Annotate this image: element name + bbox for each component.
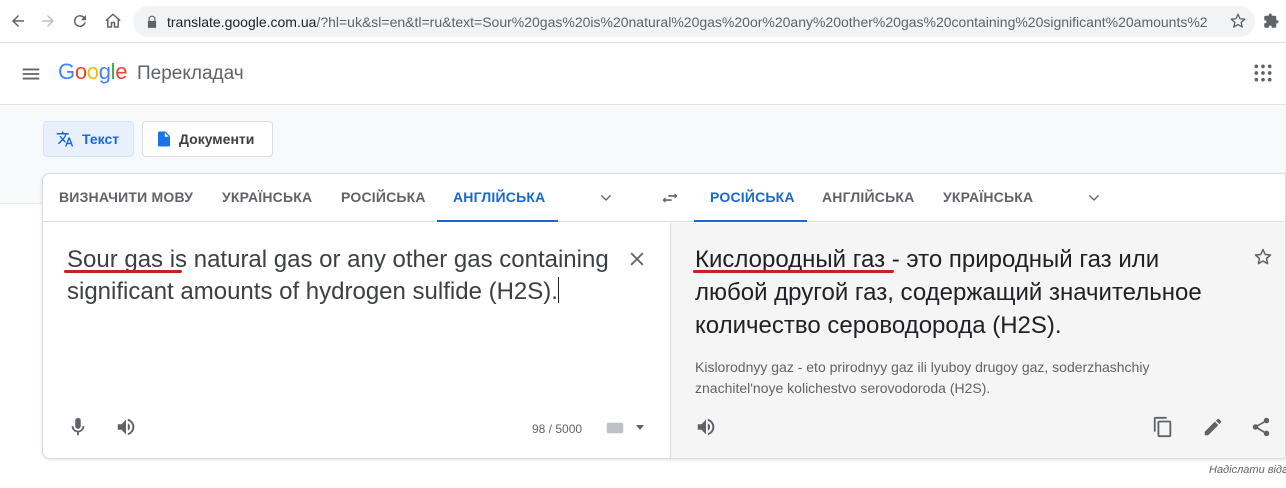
url-domain: translate.google.com.ua <box>167 13 317 30</box>
spellcheck-underline <box>64 270 182 273</box>
url-text: translate.google.com.ua/?hl=uk&sl=en&tl=… <box>167 14 1207 30</box>
keyboard-icon[interactable] <box>606 422 624 434</box>
hamburger-menu-icon[interactable] <box>20 63 42 85</box>
text-mode-button[interactable]: Текст <box>43 121 134 157</box>
save-star-icon[interactable] <box>1253 247 1273 267</box>
documents-mode-button[interactable]: Документи <box>142 121 273 157</box>
forward-button[interactable] <box>36 9 60 33</box>
text-mode-label: Текст <box>82 131 120 147</box>
url-path: /?hl=uk&sl=en&tl=ru&text=Sour%20gas%20is… <box>316 13 1207 30</box>
caret-down-icon[interactable] <box>635 424 645 432</box>
logo-letter: o <box>74 59 87 84</box>
logo-letter: G <box>58 59 75 84</box>
address-bar[interactable]: translate.google.com.ua/?hl=uk&sl=en&tl=… <box>133 6 1255 37</box>
browser-toolbar: translate.google.com.ua/?hl=uk&sl=en&tl=… <box>0 0 1286 43</box>
translate-card: ВИЗНАЧИТИ МОВУ УКРАЇНСЬКА РОСІЙСЬКА АНГЛ… <box>42 173 1286 459</box>
text-caret <box>557 277 559 303</box>
extensions-puzzle-icon[interactable] <box>1262 12 1280 30</box>
chevron-down-icon[interactable] <box>598 190 614 206</box>
source-lang-ukrainian[interactable]: УКРАЇНСЬКА <box>222 174 312 222</box>
home-icon <box>105 13 121 28</box>
apps-grid-icon[interactable] <box>1253 63 1273 83</box>
spellcheck-underline <box>693 270 894 273</box>
target-lang-english[interactable]: АНГЛІЙСЬКА <box>822 174 914 222</box>
logo-letter: g <box>98 59 111 84</box>
logo-letter: o <box>86 59 99 84</box>
back-button[interactable] <box>6 9 30 33</box>
product-name: Перекладач <box>137 63 244 84</box>
google-logo[interactable]: Google <box>58 59 127 85</box>
language-bar: ВИЗНАЧИТИ МОВУ УКРАЇНСЬКА РОСІЙСЬКА АНГЛ… <box>43 174 1285 222</box>
reload-button[interactable] <box>68 9 92 33</box>
source-text: Sour gas is natural gas or any other gas… <box>67 246 609 305</box>
source-lang-detect[interactable]: ВИЗНАЧИТИ МОВУ <box>59 174 193 222</box>
bookmark-star-icon[interactable] <box>1229 12 1247 30</box>
transliteration: Kislorodnyy gaz - eto prirodnyy gaz ili … <box>695 359 1150 396</box>
source-lang-english[interactable]: АНГЛІЙСЬКА <box>437 174 558 222</box>
target-lang-ukrainian[interactable]: УКРАЇНСЬКА <box>943 174 1033 222</box>
source-text-input[interactable]: Sour gas is natural gas or any other gas… <box>67 244 627 308</box>
edit-pencil-icon[interactable] <box>1202 416 1224 438</box>
swap-languages-icon[interactable] <box>660 188 680 208</box>
documents-mode-label: Документи <box>179 131 255 147</box>
reload-icon <box>73 15 86 28</box>
close-icon[interactable] <box>627 249 647 269</box>
speaker-icon[interactable] <box>115 416 137 438</box>
translation-result[interactable]: Кислородный газ - это природный газ или … <box>695 243 1235 342</box>
source-lang-russian[interactable]: РОСІЙСЬКА <box>341 174 426 222</box>
logo-letter: e <box>115 59 128 84</box>
arrow-right-icon <box>42 15 54 27</box>
copy-icon[interactable] <box>1152 416 1174 438</box>
arrow-left-icon <box>12 15 24 27</box>
chevron-down-icon[interactable] <box>1086 190 1102 206</box>
send-feedback-link[interactable]: Надіслати відгук <box>1209 464 1286 476</box>
speaker-icon[interactable] <box>695 416 717 438</box>
lock-icon <box>147 15 157 28</box>
target-lang-russian[interactable]: РОСІЙСЬКА <box>694 174 807 222</box>
translate-icon <box>56 131 74 147</box>
microphone-icon[interactable] <box>67 416 89 438</box>
character-count: 98 / 5000 <box>532 422 583 436</box>
document-icon <box>158 131 170 147</box>
home-button[interactable] <box>101 9 125 33</box>
share-icon[interactable] <box>1250 416 1272 438</box>
translation-pane: Кислородный газ - это природный газ или … <box>670 223 1285 458</box>
app-header: Google Перекладач <box>0 43 1286 105</box>
